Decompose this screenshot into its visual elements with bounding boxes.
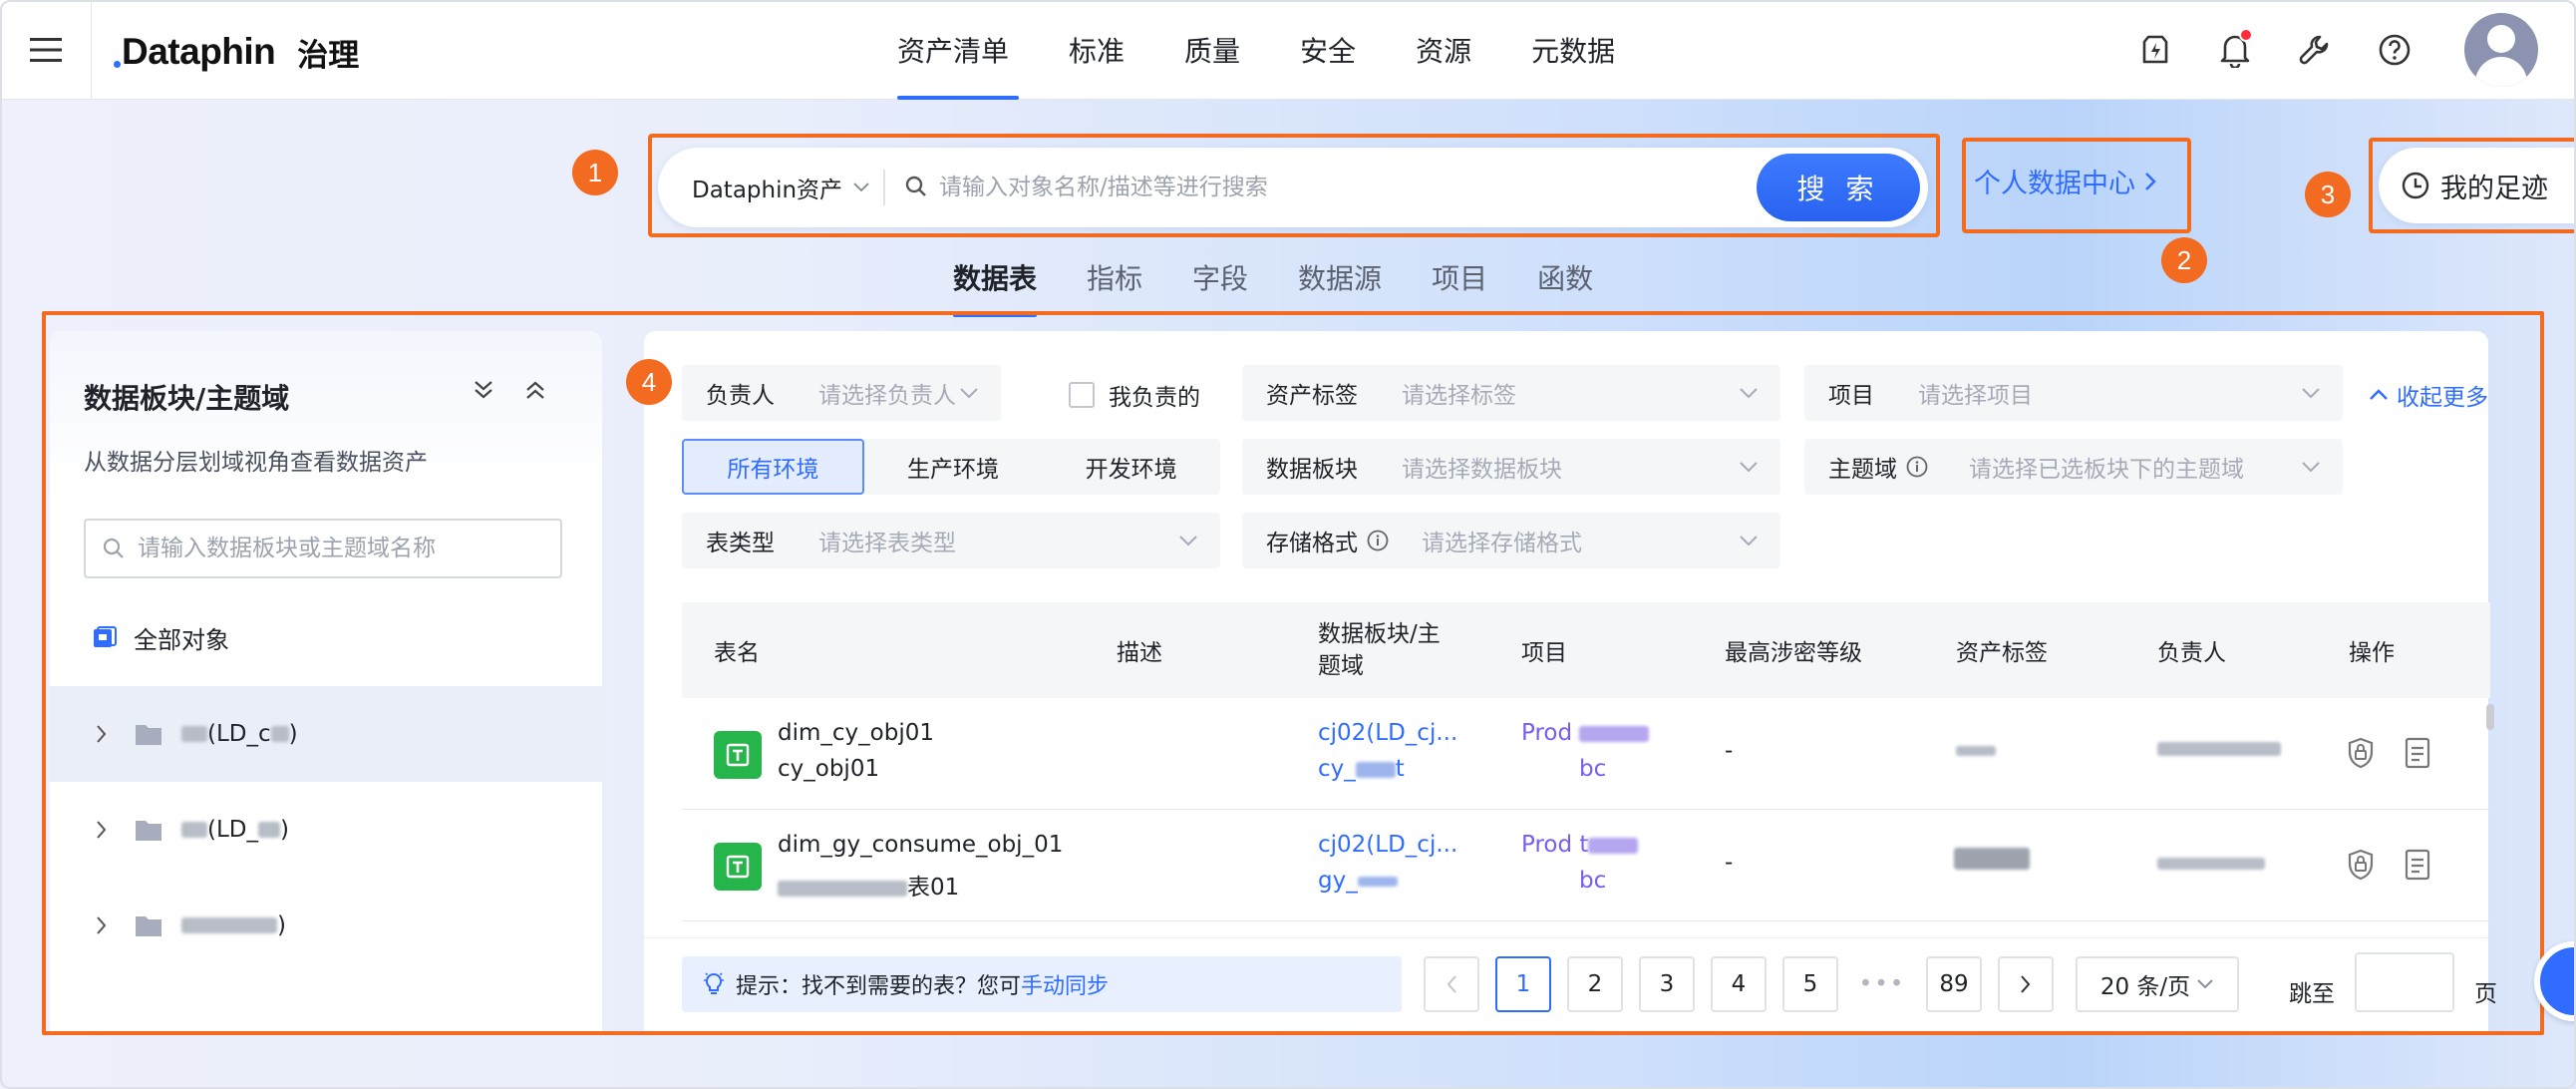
avatar-body: [2475, 57, 2527, 87]
chevron-down-icon: [853, 182, 869, 192]
brand-name: Dataphin: [122, 31, 276, 72]
annotation-marker-3: 3: [2305, 172, 2351, 217]
personal-data-center-label: 个人数据中心: [1974, 169, 2135, 199]
tools-button[interactable]: [2285, 20, 2345, 80]
search-button[interactable]: 搜 索: [1757, 154, 1920, 221]
flash-button[interactable]: [2125, 20, 2185, 80]
user-avatar[interactable]: [2464, 13, 2538, 87]
annotation-marker-4: 4: [626, 359, 672, 405]
annotation-frame-4: [42, 311, 2544, 1035]
help-icon: [2379, 34, 2411, 66]
hamburger-icon: [29, 38, 62, 62]
nav-item-security[interactable]: 安全: [1270, 0, 1386, 100]
search-scope-label: Dataphin资产: [692, 178, 843, 203]
annotation-marker-2: 2: [2161, 237, 2207, 283]
flash-icon: [2142, 35, 2168, 64]
annotation-marker-1: 1: [572, 150, 618, 195]
tab-projects[interactable]: 项目: [1432, 257, 1487, 317]
chevron-right-icon: [2145, 172, 2156, 190]
nav-item-standard[interactable]: 标准: [1039, 0, 1154, 100]
search-scope-select[interactable]: Dataphin资产: [692, 148, 870, 227]
nav-item-resource[interactable]: 资源: [1386, 0, 1501, 100]
notification-dot: [2239, 28, 2253, 42]
app-logo[interactable]: Dataphin 治理: [114, 30, 359, 74]
clock-icon: [2402, 172, 2429, 199]
top-icons: [2105, 0, 2576, 100]
nav-item-quality[interactable]: 质量: [1154, 0, 1270, 100]
tab-fields[interactable]: 字段: [1192, 257, 1248, 317]
help-button[interactable]: [2365, 20, 2424, 80]
personal-data-center-link[interactable]: 个人数据中心: [1974, 162, 2157, 200]
scope-divider: [883, 170, 885, 205]
logo-dot: [114, 60, 121, 68]
top-bar: Dataphin 治理 资产清单 标准 质量 安全 资源 元数据: [0, 0, 2576, 100]
product-name: 治理: [297, 37, 360, 74]
search-bar: Dataphin资产 搜 索: [658, 148, 1928, 227]
hamburger-menu-button[interactable]: [0, 0, 92, 100]
search-input[interactable]: [939, 164, 1418, 211]
search-icon: [905, 176, 926, 196]
my-footprint-button[interactable]: 我的足迹: [2379, 148, 2576, 223]
tab-metrics[interactable]: 指标: [1087, 257, 1142, 317]
nav-item-assets[interactable]: 资产清单: [877, 0, 1039, 100]
tab-functions[interactable]: 函数: [1537, 257, 1593, 317]
asset-category-tabs: 数据表 指标 字段 数据源 项目 函数: [953, 257, 1643, 317]
nav-item-metadata[interactable]: 元数据: [1501, 0, 1645, 100]
main-nav: 资产清单 标准 质量 安全 资源 元数据: [877, 0, 1645, 100]
notification-button[interactable]: [2205, 20, 2265, 80]
tab-datasources[interactable]: 数据源: [1298, 257, 1382, 317]
my-footprint-label: 我的足迹: [2440, 173, 2548, 204]
avatar-head: [2487, 25, 2515, 53]
tab-tables[interactable]: 数据表: [953, 257, 1038, 317]
search-icon-wrap: [903, 174, 929, 203]
wrench-icon: [2299, 35, 2329, 65]
